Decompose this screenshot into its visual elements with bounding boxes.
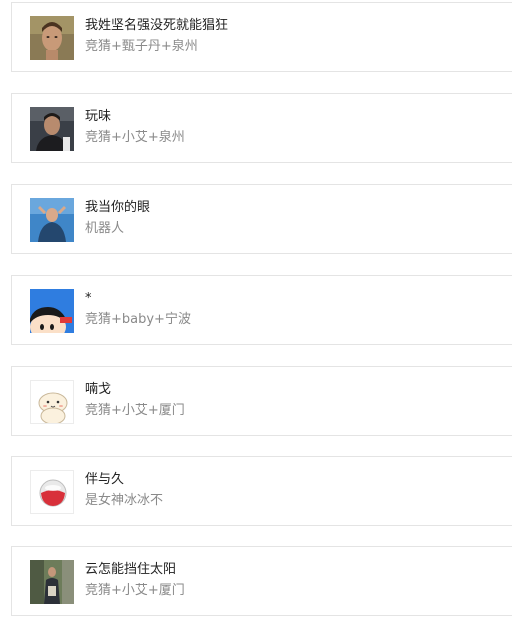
person-sky-photo-icon [30, 198, 74, 242]
avatar [30, 107, 74, 151]
contact-subtitle: 是女神冰冰不 [85, 493, 164, 508]
avatar [30, 560, 74, 604]
contact-list: 我姓坚名强没死就能猖狂 竞猜+甄子丹+泉州 玩味 竞猜+小艾+泉州 我当你的眼 … [0, 0, 512, 631]
portrait-photo-icon [30, 16, 74, 60]
contact-subtitle: 竞猜+小艾+厦门 [85, 583, 185, 598]
cartoon-girl-icon [30, 289, 74, 333]
avatar [30, 198, 74, 242]
cartoon-bun-icon [31, 381, 73, 423]
contact-card[interactable]: 云怎能挡住太阳 竞猜+小艾+厦门 [11, 546, 512, 616]
contact-card[interactable]: 伴与久 是女神冰冰不 [11, 456, 512, 526]
avatar [30, 289, 74, 333]
contact-name: 玩味 [85, 109, 112, 124]
contact-name: * [85, 291, 92, 306]
avatar [30, 380, 74, 424]
contact-subtitle: 竞猜+baby+宁波 [85, 312, 191, 327]
contact-card[interactable]: 喃戈 竞猜+小艾+厦门 [11, 366, 512, 436]
contact-subtitle: 竞猜+小艾+泉州 [85, 130, 185, 145]
contact-card[interactable]: 我当你的眼 机器人 [11, 184, 512, 254]
avatar [30, 16, 74, 60]
contact-subtitle: 竞猜+甄子丹+泉州 [85, 39, 198, 54]
contact-name: 伴与久 [85, 472, 125, 487]
contact-card[interactable]: * 竞猜+baby+宁波 [11, 275, 512, 345]
contact-name: 我姓坚名强没死就能猖狂 [85, 18, 229, 33]
street-photo-icon [30, 560, 74, 604]
contact-name: 我当你的眼 [85, 200, 151, 215]
contact-name: 喃戈 [85, 382, 112, 397]
contact-card[interactable]: 我姓坚名强没死就能猖狂 竞猜+甄子丹+泉州 [11, 2, 512, 72]
avatar [30, 470, 74, 514]
contact-subtitle: 机器人 [85, 221, 125, 236]
contact-card[interactable]: 玩味 竞猜+小艾+泉州 [11, 93, 512, 163]
red-glass-button-icon [31, 471, 73, 513]
contact-name: 云怎能挡住太阳 [85, 562, 177, 577]
contact-subtitle: 竞猜+小艾+厦门 [85, 403, 185, 418]
portrait-photo-icon [30, 107, 74, 151]
